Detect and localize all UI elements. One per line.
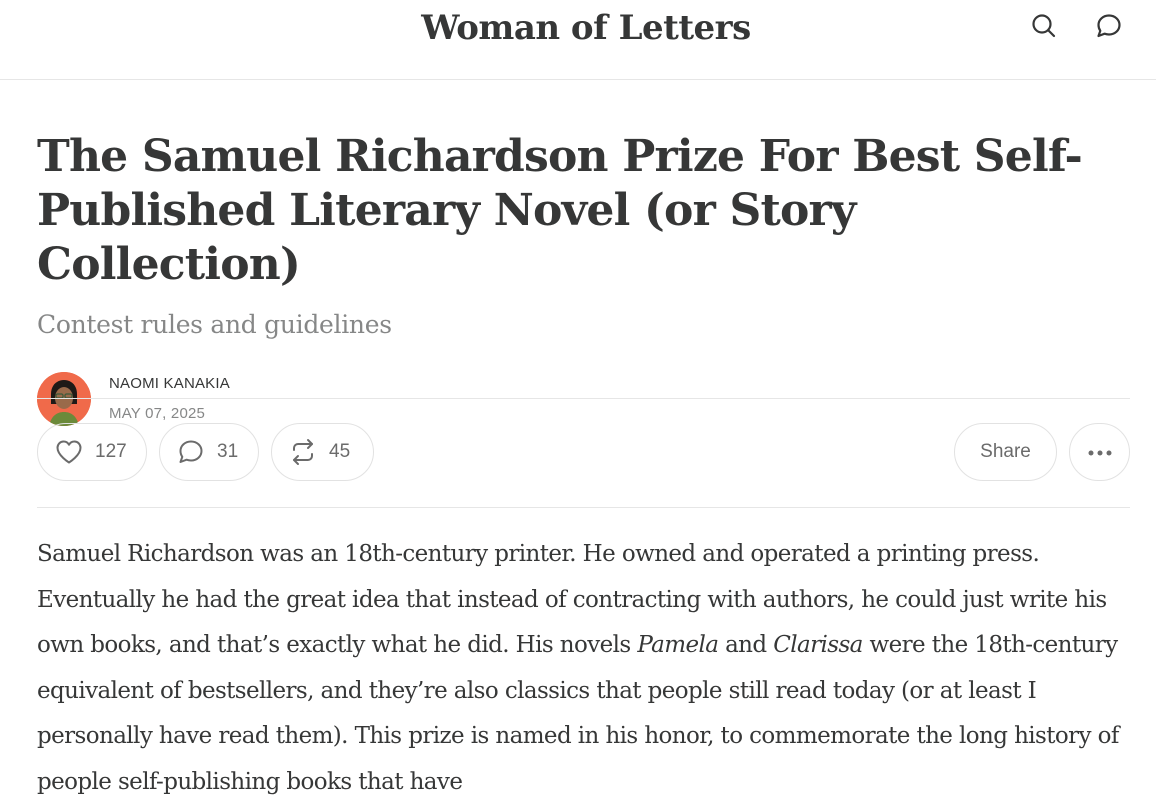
author-name[interactable]: NAOMI KANAKIA [109, 375, 230, 392]
post-date: MAY 07, 2025 [109, 405, 206, 422]
restack-icon [289, 438, 317, 466]
divider [37, 398, 1130, 399]
comment-count: 31 [217, 441, 239, 462]
share-button[interactable]: Share [954, 423, 1057, 481]
author-avatar[interactable] [37, 372, 91, 426]
body-paragraph: Samuel Richardson was an 18th-century pr… [37, 532, 1130, 805]
divider [37, 507, 1130, 508]
chat-icon[interactable] [1093, 10, 1125, 42]
like-count: 127 [95, 441, 127, 462]
search-icon[interactable] [1028, 10, 1060, 42]
like-button[interactable]: 127 [37, 423, 147, 481]
top-bar: Woman of Letters [0, 0, 1156, 80]
post-title: The Samuel Richardson Prize For Best Sel… [37, 131, 1083, 290]
post-body: Samuel Richardson was an 18th-century pr… [37, 532, 1130, 805]
restack-count: 45 [329, 441, 351, 462]
book-title-pamela: Pamela [637, 632, 719, 658]
heart-icon [55, 439, 83, 465]
comment-button[interactable]: 31 [159, 423, 259, 481]
comment-icon [177, 438, 205, 466]
restack-button[interactable]: 45 [271, 423, 374, 481]
article: The Samuel Richardson Prize For Best Sel… [37, 80, 1130, 795]
publication-title[interactable]: Woman of Letters [0, 0, 1156, 56]
book-title-clarissa: Clarissa [773, 632, 863, 658]
body-text-segment: and [718, 632, 774, 658]
post-subtitle: Contest rules and guidelines [37, 310, 392, 339]
more-options-button[interactable] [1069, 423, 1130, 481]
ellipsis-icon [1087, 441, 1113, 463]
